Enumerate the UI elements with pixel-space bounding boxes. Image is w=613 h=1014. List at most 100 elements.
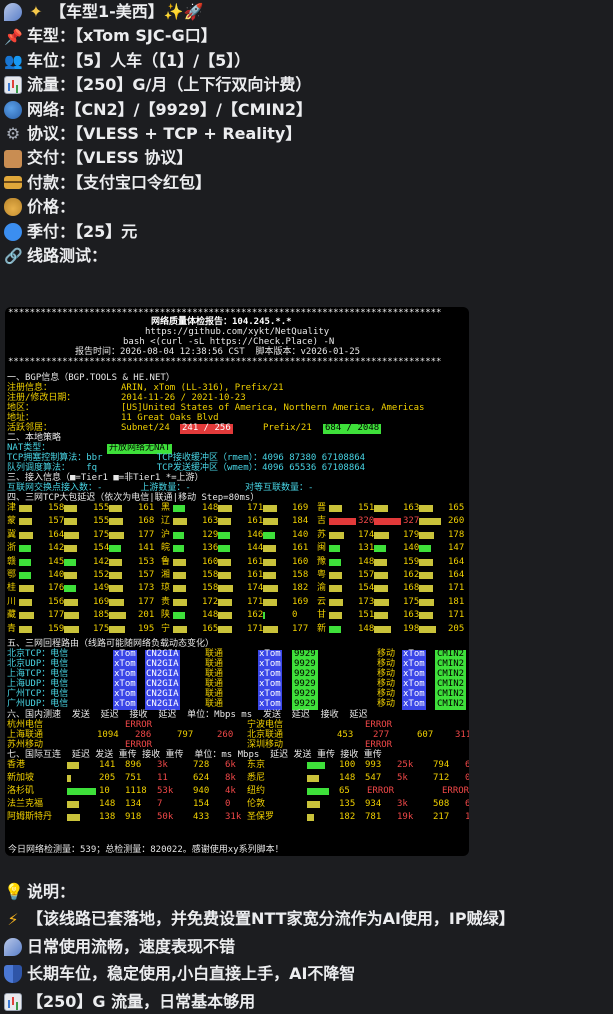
delay-bar (173, 572, 187, 579)
delay-value: 177 (138, 596, 155, 607)
domestic-send: 1094 (97, 730, 119, 740)
delay-value: 171 (247, 503, 264, 513)
delay-value: 179 (403, 529, 420, 540)
delay-region: 冀 (7, 529, 17, 540)
sparkles-icon: ✦ (29, 2, 43, 22)
delay-bar (329, 625, 342, 633)
latency-bar (307, 775, 319, 782)
intl-recv: 940 (193, 786, 210, 796)
delay-value: 129 (202, 529, 219, 540)
delay-region: 津 (7, 503, 17, 513)
delay-value: 182 (292, 583, 309, 594)
quarterly-text: 季付：【25】元 (27, 221, 138, 241)
delay-value: 161 (247, 556, 264, 567)
intl-retrans: 3k (397, 799, 408, 809)
subnet-value: 241 / 256 (180, 423, 233, 434)
delay-region: 辽 (161, 516, 171, 527)
route-unicom: 9929 (292, 699, 318, 710)
intl-city: 东京 (247, 760, 266, 770)
delay-bar (173, 598, 188, 606)
delay-value: 148 (202, 610, 219, 621)
latency-bar (307, 814, 315, 821)
delay-region: 藏 (7, 610, 17, 621)
delay-bar (329, 545, 340, 553)
intl-recv: 728 (193, 760, 210, 770)
intl-retrans: 3k (157, 760, 168, 770)
delay-bar (374, 585, 388, 593)
intl-latency: 10 (99, 786, 110, 796)
delay-region: 湘 (161, 570, 171, 580)
delay-bar (109, 612, 126, 620)
intl-latency: 148 (99, 799, 116, 809)
rocket-icon (4, 3, 22, 22)
latency-bar (67, 775, 72, 782)
delay-value: 164 (448, 556, 465, 567)
delay-bar (109, 505, 123, 512)
intl-latency: 182 (339, 812, 356, 822)
delay-value: 152 (93, 570, 110, 580)
users-icon: 👥 (4, 51, 23, 70)
note-line: ⚡ 【该线路已套落地，并免费设置NTT家宽分流作为AI使用，IP贼绿】 (4, 907, 609, 931)
delay-value: 168 (403, 583, 420, 594)
delay-value: 142 (93, 556, 110, 567)
intl-latency: 138 (99, 812, 116, 822)
delay-value: 140 (403, 543, 420, 554)
delay-region: 桂 (7, 583, 17, 594)
delivery-line: 交付：【VLESS 协议】 (4, 146, 609, 170)
delay-value: 148 (358, 623, 375, 634)
car-model-text: 车型：【xTom SJC-G口】 (27, 26, 217, 46)
delay-heading: 四、三网TCP大包延迟（依次为电信|联通|移动 Step=80ms） (7, 493, 260, 503)
delay-bar (64, 531, 79, 539)
delay-value: 171 (448, 610, 465, 621)
delay-value: 158 (292, 570, 309, 580)
delay-value: 195 (138, 623, 155, 634)
delay-bar (218, 625, 233, 633)
credit-card-icon (4, 176, 22, 190)
intl-send: 1118 (125, 786, 147, 796)
delay-bar (19, 558, 32, 566)
delay-bar (419, 545, 432, 553)
intl-latency: 148 (339, 773, 356, 783)
delay-bar (374, 612, 388, 620)
delay-bar (109, 531, 124, 539)
intl-retrans: 25k (397, 760, 414, 770)
price-line: 价格： (4, 195, 609, 219)
intl-city: 香港 (7, 760, 26, 770)
network-report-image[interactable]: ****************************************… (5, 307, 469, 856)
delay-bar (19, 531, 33, 539)
note-text: 日常使用流畅，速度表现不错 (27, 936, 236, 956)
latency-bar (67, 788, 96, 795)
delay-value: 157 (358, 570, 375, 580)
delay-value: 171 (247, 596, 264, 607)
delay-region: 鲁 (161, 556, 171, 567)
delay-region: 渝 (317, 583, 327, 594)
notes-heading: 说明： (27, 882, 76, 901)
delay-bar (218, 585, 233, 593)
delay-region: 豫 (317, 556, 327, 567)
delay-bar (173, 505, 186, 512)
delay-bar (64, 505, 77, 512)
delay-bar (218, 531, 231, 539)
delay-value: 176 (48, 583, 65, 594)
delay-value: 0 (292, 610, 298, 621)
intl-recv: 624 (193, 773, 210, 783)
intl-city: 悉尼 (247, 773, 266, 783)
delay-bar (109, 572, 123, 579)
delay-bar (419, 612, 434, 620)
payment-line: 付款：【支付宝口令红包】 (4, 171, 609, 195)
network-text: 网络:【CN2】/【9929】/【CMIN2】 (27, 99, 313, 119)
delay-bar (19, 505, 33, 512)
delay-value: 163 (202, 516, 219, 527)
bar-chart-icon (4, 76, 22, 95)
delay-bar (109, 625, 126, 633)
subnet-label: Subnet/24 (121, 423, 170, 433)
intl-city: 洛杉矶 (7, 786, 35, 796)
delay-bar (19, 518, 33, 526)
delay-value: 185 (93, 610, 110, 621)
delay-value: 140 (48, 570, 65, 580)
intl-retrans: 19k (397, 812, 414, 822)
delay-bar (374, 531, 389, 539)
delay-value: 151 (358, 503, 375, 513)
intl-recv: 794 (433, 760, 450, 770)
protocol-line: ⚙ 协议：【VLESS + TCP + Reality】 (4, 122, 609, 146)
